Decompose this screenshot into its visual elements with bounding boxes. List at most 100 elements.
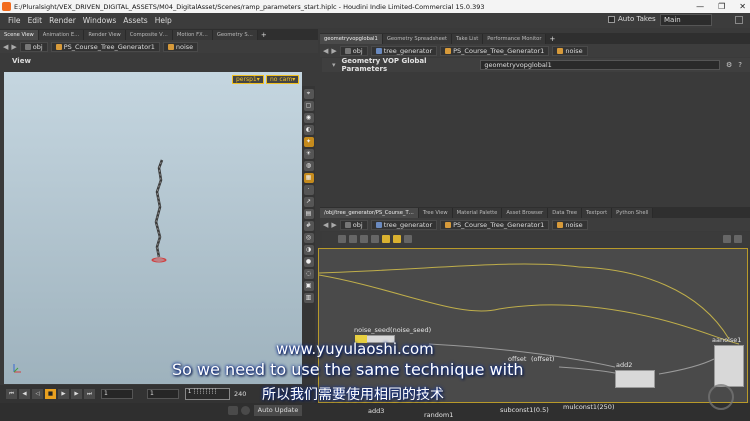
tab-performance-monitor[interactable]: Performance Monitor [483, 34, 547, 44]
note-icon[interactable] [371, 235, 379, 243]
tab-geometry-spreadsheet-right[interactable]: Geometry Spreadsheet [382, 34, 453, 44]
point-icon[interactable]: · [303, 185, 314, 195]
back-arrow-right-icon[interactable]: ◀ [323, 47, 328, 55]
uv-icon[interactable]: ▤ [303, 209, 314, 219]
auto-update-menu[interactable]: Auto Update [254, 405, 302, 416]
menu-windows[interactable]: Windows [83, 16, 116, 25]
highlight-icon[interactable]: ✦ [303, 137, 314, 147]
next-key-icon[interactable]: ▶ [71, 389, 82, 399]
auto-takes-toggle[interactable]: Auto Takes [608, 15, 656, 23]
box-icon[interactable] [393, 235, 401, 243]
tab-data-tree[interactable]: Data Tree [548, 208, 583, 218]
path-obj[interactable]: obj [19, 41, 48, 52]
menu-help[interactable]: Help [155, 16, 172, 25]
path-sub[interactable]: noise [162, 41, 199, 52]
tab-geometry-spreadsheet[interactable]: Geometry S… [212, 30, 258, 40]
help-icon[interactable]: ? [738, 61, 742, 69]
back-arrow-net-icon[interactable]: ◀ [323, 221, 328, 229]
timeline-ruler[interactable]: 1 ┆┆┆┆┆┆┆┆ [185, 388, 230, 400]
tab-animation-editor[interactable]: Animation E… [38, 30, 85, 40]
tab-material-palette[interactable]: Material Palette [452, 208, 503, 218]
camera-persp-menu[interactable]: persp1▾ [232, 75, 264, 84]
camera-nocam-menu[interactable]: no cam▾ [266, 75, 300, 84]
tab-textport[interactable]: Textport [582, 208, 613, 218]
stop-icon[interactable]: ■ [45, 389, 56, 399]
menu-render[interactable]: Render [49, 16, 76, 25]
dot-icon[interactable] [404, 235, 412, 243]
sticky-icon[interactable] [382, 235, 390, 243]
parameter-node-name[interactable]: geometryvopglobal1 [480, 60, 720, 70]
rb-path-noise[interactable]: noise [552, 219, 588, 230]
forward-arrow-icon[interactable]: ▶ [11, 43, 16, 51]
path-node[interactable]: PS_Course_Tree_Generator1 [50, 41, 160, 52]
play-icon[interactable]: ▶ [58, 389, 69, 399]
last-frame-icon[interactable]: ⏭ [84, 389, 95, 399]
menu-file[interactable]: File [8, 16, 21, 25]
scene-viewport[interactable]: persp1▾ no cam▾ [4, 72, 302, 384]
tab-tree-view[interactable]: Tree View [418, 208, 453, 218]
rt-path-asset[interactable]: PS_Course_Tree_Generator1 [440, 45, 550, 56]
desktop-icon[interactable] [735, 16, 743, 24]
flag-icon[interactable] [723, 235, 731, 243]
current-frame-field[interactable]: 1 [147, 389, 179, 399]
sync-icon[interactable] [241, 406, 250, 415]
rb-path-tree[interactable]: tree_generator [370, 219, 438, 230]
rb-path-asset[interactable]: PS_Course_Tree_Generator1 [440, 219, 550, 230]
menu-assets[interactable]: Assets [123, 16, 147, 25]
display-options-icon[interactable]: ◐ [303, 125, 314, 135]
rb-path-obj[interactable]: obj [339, 219, 368, 230]
tab-render-view[interactable]: Render View [84, 30, 126, 40]
light-icon[interactable]: ☀ [303, 149, 314, 159]
normal-icon[interactable]: ↗ [303, 197, 314, 207]
ghost-icon[interactable]: ◍ [303, 161, 314, 171]
rt-path-noise[interactable]: noise [552, 45, 588, 56]
auto-takes-checkbox[interactable] [608, 15, 615, 23]
tab-asset-browser[interactable]: Asset Browser [502, 208, 549, 218]
tab-network-editor[interactable]: /obj/tree_generator/PS_Course_T… [320, 208, 419, 218]
grid-icon[interactable]: # [303, 221, 314, 231]
menu-edit[interactable]: Edit [28, 16, 43, 25]
tab-composite-view[interactable]: Composite V… [125, 30, 173, 40]
chat-icon[interactable] [228, 406, 238, 415]
houdini-app-icon [2, 2, 11, 11]
add2-node[interactable] [615, 370, 655, 388]
background-icon[interactable]: ▣ [303, 281, 314, 291]
prev-key-icon[interactable]: ◀ [19, 389, 30, 399]
layout-icon[interactable] [360, 235, 368, 243]
tab-python-shell[interactable]: Python Shell [612, 208, 654, 218]
tab-scene-view[interactable]: Scene View [0, 30, 39, 40]
snap-icon[interactable]: ◉ [303, 113, 314, 123]
take-select[interactable]: Main [660, 14, 712, 26]
reverse-play-icon[interactable]: ◁ [32, 389, 43, 399]
tab-geometry-vop-global[interactable]: geometryvopglobal1 [320, 34, 383, 44]
rb-path-noise-label: noise [565, 220, 583, 229]
camera-icon[interactable]: ◎ [303, 233, 314, 243]
start-frame-field[interactable]: 1 [101, 389, 133, 399]
shading-icon[interactable]: ◑ [303, 245, 314, 255]
forward-arrow-net-icon[interactable]: ▶ [331, 221, 336, 229]
hud-icon[interactable]: ▥ [303, 293, 314, 303]
network-options-icon[interactable] [734, 235, 742, 243]
aanoise1-node[interactable] [714, 345, 744, 387]
pin-icon[interactable]: ⌖ [303, 89, 314, 99]
list-view-icon[interactable] [338, 235, 346, 243]
close-button[interactable]: ✕ [739, 2, 746, 11]
add-tab-icon[interactable]: + [258, 30, 270, 40]
maximize-button[interactable]: ❐ [718, 2, 725, 11]
rt-path-obj[interactable]: obj [339, 45, 368, 56]
first-frame-icon[interactable]: ⏮ [6, 389, 17, 399]
forward-arrow-right-icon[interactable]: ▶ [331, 47, 336, 55]
gear-icon[interactable]: ⚙ [726, 61, 732, 69]
tab-motion-fx[interactable]: Motion FX… [172, 30, 213, 40]
rt-path-tree[interactable]: tree_generator [370, 45, 438, 56]
tab-take-list[interactable]: Take List [452, 34, 484, 44]
grid-view-icon[interactable] [349, 235, 357, 243]
visibility-icon[interactable]: ◌ [303, 269, 314, 279]
wireframe-icon[interactable]: ▦ [303, 173, 314, 183]
lock-icon[interactable]: ▢ [303, 101, 314, 111]
network-editor[interactable]: noise_seed(noise_seed) offset (offset) a… [318, 248, 748, 403]
back-arrow-icon[interactable]: ◀ [3, 43, 8, 51]
render-icon[interactable]: ● [303, 257, 314, 267]
add-tab-right-icon[interactable]: + [546, 34, 558, 44]
minimize-button[interactable]: — [696, 2, 704, 11]
